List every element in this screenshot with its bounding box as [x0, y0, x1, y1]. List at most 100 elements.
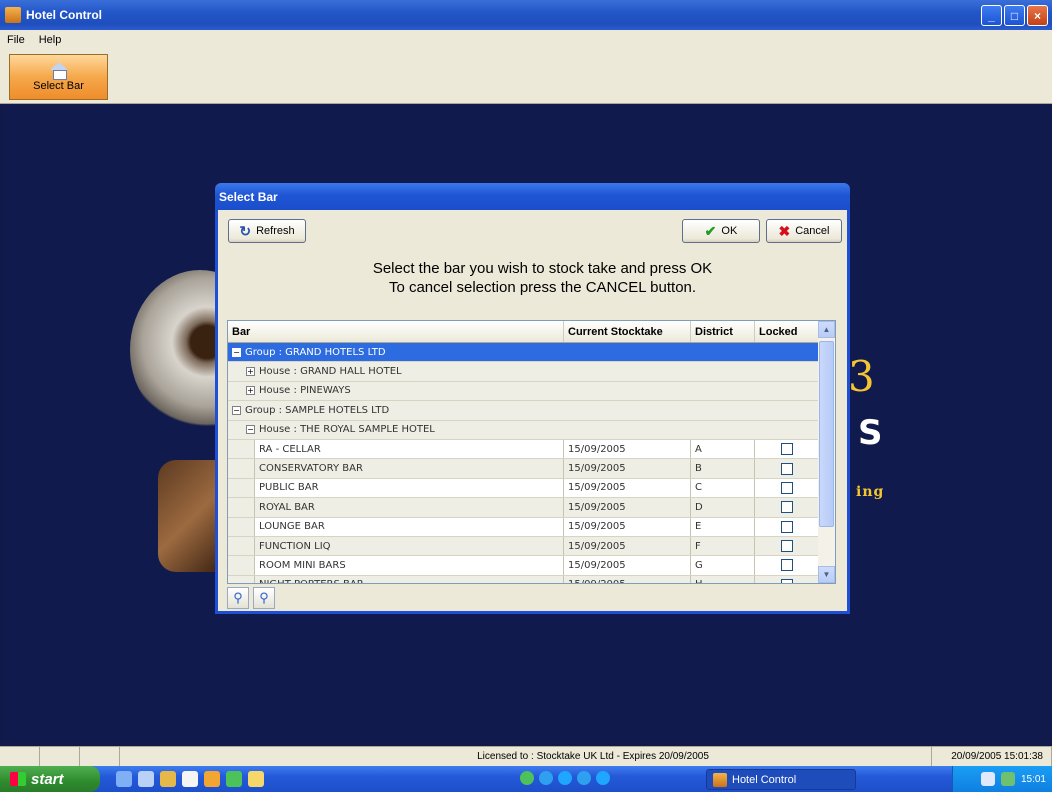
- locked-checkbox[interactable]: [781, 481, 793, 494]
- collapse-icon[interactable]: −: [246, 425, 255, 435]
- status-icon[interactable]: [596, 771, 610, 785]
- scroll-up-icon[interactable]: ▲: [818, 321, 835, 338]
- bar-district: C: [691, 478, 755, 498]
- group-label: Group : GRAND HOTELS LTD: [245, 346, 386, 358]
- cancel-button[interactable]: ✖ Cancel: [766, 219, 842, 243]
- bar-name: LOUNGE BAR: [255, 517, 564, 536]
- bar-district: B: [691, 459, 755, 478]
- menu-file[interactable]: File: [0, 34, 32, 46]
- select-bar-toolbar-button[interactable]: Select Bar: [9, 54, 108, 100]
- locked-checkbox[interactable]: [781, 540, 793, 553]
- background-logo-mark: 3: [848, 352, 875, 401]
- network-icon[interactable]: [226, 771, 242, 787]
- table-row[interactable]: LOUNGE BAR 15/09/2005 E: [228, 517, 819, 537]
- status-icon[interactable]: [520, 771, 534, 785]
- bar-name: ROOM MINI BARS: [255, 556, 564, 575]
- bar-name: RA - CELLAR: [255, 439, 564, 459]
- tree-house-row[interactable]: + House : GRAND HALL HOTEL: [228, 362, 819, 382]
- scroll-thumb[interactable]: [819, 341, 834, 527]
- licence-status: Licensed to : Stocktake UK Ltd - Expires…: [120, 747, 932, 766]
- quick-launch: [116, 771, 264, 787]
- bar-district: G: [691, 556, 755, 575]
- bar-stocktake-date: 15/09/2005: [564, 575, 691, 583]
- table-row[interactable]: ROOM MINI BARS 15/09/2005 G: [228, 556, 819, 576]
- network-status-icon[interactable]: [1000, 772, 1015, 786]
- tree-group-row[interactable]: − Group : SAMPLE HOTELS LTD: [228, 401, 819, 421]
- minimize-button[interactable]: _: [981, 5, 1002, 26]
- show-desktop-icon[interactable]: [116, 771, 132, 787]
- app-icon[interactable]: [182, 771, 198, 787]
- bar-district: D: [691, 498, 755, 517]
- tree-house-row[interactable]: + House : PINEWAYS: [228, 381, 819, 402]
- column-header-stocktake[interactable]: Current Stocktake: [564, 321, 691, 342]
- system-tray: 15:01: [952, 766, 1052, 792]
- dialog-toolbar: ↻ Refresh ✔ OK ✖ Cancel: [218, 210, 847, 250]
- instruction-line-1: Select the bar you wish to stock take an…: [372, 260, 713, 277]
- collapse-icon[interactable]: −: [232, 347, 241, 357]
- volume-icon[interactable]: [980, 772, 995, 786]
- taskbar-item-label: Hotel Control: [732, 773, 797, 786]
- folder-icon[interactable]: [160, 771, 176, 787]
- group-label: Group : SAMPLE HOTELS LTD: [245, 404, 390, 416]
- locked-checkbox[interactable]: [781, 578, 793, 583]
- column-header-locked[interactable]: Locked: [755, 321, 819, 342]
- status-icon[interactable]: [558, 771, 572, 785]
- bar-stocktake-date: 15/09/2005: [564, 536, 691, 556]
- find-icon[interactable]: ⚲: [227, 587, 249, 609]
- expand-icon[interactable]: +: [246, 386, 255, 396]
- locked-checkbox[interactable]: [781, 443, 793, 456]
- table-row[interactable]: NIGHT PORTERS BAR 15/09/2005 H: [228, 575, 819, 583]
- media-icon[interactable]: [204, 771, 220, 787]
- bar-stocktake-date: 15/09/2005: [564, 439, 691, 459]
- find-next-icon[interactable]: ⚲: [253, 587, 275, 609]
- tree-house-row[interactable]: − House : THE ROYAL SAMPLE HOTEL: [228, 420, 819, 440]
- maximize-button[interactable]: □: [1004, 5, 1025, 26]
- locked-checkbox[interactable]: [781, 462, 793, 475]
- scroll-down-icon[interactable]: ▼: [818, 566, 835, 583]
- locked-checkbox[interactable]: [781, 501, 793, 514]
- status-datetime: 20/09/2005 15:01:38: [932, 747, 1052, 766]
- instruction-line-2: To cancel selection press the CANCEL but…: [388, 279, 697, 296]
- column-header-district[interactable]: District: [691, 321, 755, 342]
- refresh-button[interactable]: ↻ Refresh: [228, 219, 306, 243]
- table-row[interactable]: RA - CELLAR 15/09/2005 A: [228, 439, 819, 460]
- menu-help[interactable]: Help: [32, 34, 69, 46]
- table-row[interactable]: CONSERVATORY BAR 15/09/2005 B: [228, 459, 819, 479]
- ok-button[interactable]: ✔ OK: [682, 219, 760, 243]
- background-logo-tail: ing: [856, 484, 885, 500]
- house-label: House : PINEWAYS: [259, 385, 351, 397]
- expand-icon[interactable]: +: [246, 367, 255, 377]
- table-row[interactable]: PUBLIC BAR 15/09/2005 C: [228, 478, 819, 499]
- close-button[interactable]: ×: [1027, 5, 1048, 26]
- notes-icon[interactable]: [248, 771, 264, 787]
- start-button[interactable]: start: [0, 766, 100, 792]
- table-row[interactable]: FUNCTION LIQ 15/09/2005 F: [228, 536, 819, 557]
- grid-rows: − Group : GRAND HOTELS LTD + House : GRA…: [228, 343, 819, 583]
- status-icon[interactable]: [577, 771, 591, 785]
- app-icon: [5, 7, 21, 23]
- bar-district: H: [691, 575, 755, 583]
- status-icon[interactable]: [539, 771, 553, 785]
- refresh-label: Refresh: [256, 225, 295, 237]
- main-toolbar: Select Bar: [0, 50, 1052, 104]
- check-icon: ✔: [704, 222, 717, 239]
- table-row[interactable]: ROYAL BAR 15/09/2005 D: [228, 498, 819, 518]
- collapse-icon[interactable]: −: [232, 405, 241, 415]
- taskbar-item-hotel-control[interactable]: Hotel Control: [706, 769, 856, 790]
- bar-name: CONSERVATORY BAR: [255, 459, 564, 478]
- column-header-bar[interactable]: Bar: [228, 321, 564, 342]
- locked-checkbox[interactable]: [781, 520, 793, 533]
- locked-checkbox[interactable]: [781, 559, 793, 572]
- bar-stocktake-date: 15/09/2005: [564, 459, 691, 478]
- background-logo-s: S: [858, 413, 883, 453]
- refresh-icon: ↻: [239, 222, 252, 239]
- bar-district: A: [691, 439, 755, 459]
- explorer-icon[interactable]: [138, 771, 154, 787]
- window-title: Hotel Control: [26, 8, 102, 22]
- grid-vertical-scrollbar[interactable]: ▲ ▼: [818, 321, 835, 583]
- house-label: House : GRAND HALL HOTEL: [259, 366, 402, 378]
- bar-name: ROYAL BAR: [255, 498, 564, 517]
- bar-stocktake-date: 15/09/2005: [564, 498, 691, 517]
- bar-grid[interactable]: Bar Current Stocktake District Locked − …: [227, 320, 836, 584]
- tree-group-row[interactable]: − Group : GRAND HOTELS LTD: [228, 343, 819, 363]
